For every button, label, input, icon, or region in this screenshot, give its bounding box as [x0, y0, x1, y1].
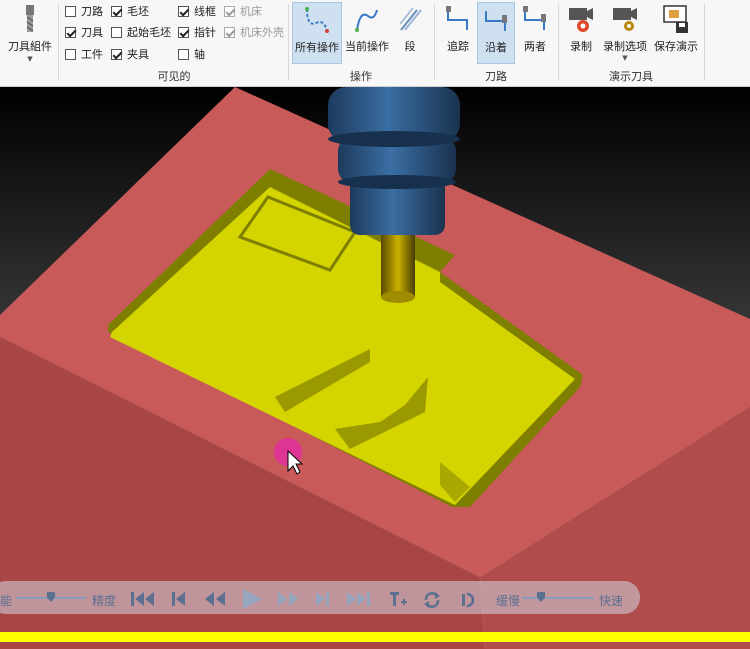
- separator: [704, 4, 705, 80]
- chevron-down-icon: ▼: [27, 55, 33, 63]
- segment-icon: [399, 7, 422, 31]
- checkbox-label: 毛坯: [127, 5, 149, 18]
- checkbox-box: [111, 48, 122, 60]
- checkbox-box: [178, 5, 189, 17]
- segment-label: 段: [404, 40, 416, 53]
- progress-status-line: [0, 632, 750, 642]
- reset-icon[interactable]: [458, 590, 478, 610]
- both-icon: [523, 6, 546, 30]
- path-current-icon: [355, 9, 378, 32]
- checkbox-label: 刀路: [81, 5, 103, 18]
- playback-left-label: 能: [0, 594, 13, 608]
- play-icon[interactable]: [240, 587, 264, 611]
- current-operation-label: 当前操作: [345, 40, 389, 53]
- fast-forward-icon[interactable]: [276, 590, 300, 608]
- fast-label: 快速: [599, 594, 624, 608]
- separator: [58, 4, 59, 80]
- follow-icon: [485, 11, 507, 31]
- checkbox-box: [178, 26, 189, 38]
- checkbox-label: 起始毛坯: [127, 26, 171, 39]
- record-label: 录制: [570, 40, 592, 53]
- precision-label: 精度: [92, 594, 117, 608]
- group-title-visible: 可见的: [157, 70, 191, 83]
- record-options-icon: [613, 8, 637, 31]
- skip-to-start-icon[interactable]: [130, 590, 156, 608]
- precision-slider[interactable]: [16, 592, 86, 602]
- checkbox-box: [65, 5, 76, 17]
- checkbox-box: [111, 5, 122, 17]
- trace-icon: [446, 6, 468, 30]
- ribbon-toolbar: 刀具組件 ▼ 刀路 毛坯 线框 机床 刀具 起始毛坯 指针 机床外壳 工件 夹具…: [0, 0, 750, 87]
- separator: [558, 4, 559, 80]
- step-back-icon[interactable]: [170, 590, 188, 608]
- trace-label: 追踪: [447, 40, 469, 53]
- step-forward-icon[interactable]: [313, 590, 331, 608]
- tool-assembly-label: 刀具組件: [8, 40, 52, 53]
- chevron-down-icon: ▼: [622, 54, 628, 62]
- checkbox-initial-stock[interactable]: 起始毛坯: [111, 24, 171, 40]
- checkbox-label: 刀具: [81, 26, 103, 39]
- all-operations-label: 所有操作: [295, 41, 339, 54]
- simulation-scene: [0, 87, 750, 649]
- checkbox-box: [65, 48, 76, 60]
- checkbox-box: [224, 5, 235, 17]
- record-icon: [569, 8, 593, 32]
- save-demo-button[interactable]: 保存演示: [652, 2, 700, 64]
- checkbox-label: 机床: [240, 5, 262, 18]
- group-title-toolpath: 刀路: [485, 70, 507, 83]
- record-options-label: 录制选项: [603, 40, 647, 53]
- both-label: 两者: [524, 40, 546, 53]
- rewind-icon[interactable]: [203, 590, 227, 608]
- all-operations-button[interactable]: 所有操作: [292, 2, 342, 64]
- record-button[interactable]: 录制: [564, 2, 598, 64]
- checkbox-machine[interactable]: 机床: [224, 3, 262, 19]
- add-step-icon[interactable]: [388, 590, 408, 610]
- current-operation-button[interactable]: 当前操作: [343, 2, 391, 64]
- separator: [288, 4, 289, 80]
- repeat-icon[interactable]: [422, 590, 442, 610]
- checkbox-label: 轴: [194, 48, 205, 61]
- speed-slider[interactable]: [522, 592, 594, 602]
- checkbox-box: [65, 26, 76, 38]
- trace-button[interactable]: 追踪: [440, 2, 476, 64]
- slow-label: 缓慢: [496, 594, 521, 608]
- checkbox-machine-housing[interactable]: 机床外壳: [224, 24, 284, 40]
- checkbox-box: [178, 48, 189, 60]
- segment-button[interactable]: 段: [393, 2, 427, 64]
- path-all-icon: [305, 7, 329, 33]
- checkbox-wireframe[interactable]: 线框: [178, 3, 216, 19]
- end-mill-icon: [26, 5, 34, 32]
- checkbox-label: 机床外壳: [240, 26, 284, 39]
- group-title-demo: 演示刀具: [609, 70, 653, 83]
- checkbox-toolpath[interactable]: 刀路: [65, 3, 103, 19]
- checkbox-fixture[interactable]: 夹具: [111, 46, 149, 62]
- checkbox-label: 工件: [81, 48, 103, 61]
- checkbox-tool[interactable]: 刀具: [65, 24, 103, 40]
- tool-assembly-button[interactable]: 刀具組件 ▼: [4, 2, 56, 64]
- checkbox-box: [224, 26, 235, 38]
- checkbox-pointer[interactable]: 指针: [178, 24, 216, 40]
- record-options-button[interactable]: 录制选项 ▼: [600, 2, 650, 64]
- skip-to-end-icon[interactable]: [345, 590, 373, 608]
- save-demo-icon: [663, 5, 688, 33]
- follow-button[interactable]: 沿着: [477, 2, 515, 64]
- simulation-viewport[interactable]: [0, 87, 750, 649]
- follow-label: 沿着: [485, 41, 507, 54]
- save-demo-label: 保存演示: [654, 40, 698, 53]
- group-title-operation: 操作: [350, 70, 372, 83]
- checkbox-label: 线框: [194, 5, 216, 18]
- separator: [434, 4, 435, 80]
- checkbox-axis[interactable]: 轴: [178, 46, 205, 62]
- checkbox-part[interactable]: 工件: [65, 46, 103, 62]
- checkbox-box: [111, 26, 122, 38]
- checkbox-label: 指针: [194, 26, 216, 39]
- checkbox-label: 夹具: [127, 48, 149, 61]
- both-button[interactable]: 两者: [517, 2, 553, 64]
- checkbox-stock[interactable]: 毛坯: [111, 3, 149, 19]
